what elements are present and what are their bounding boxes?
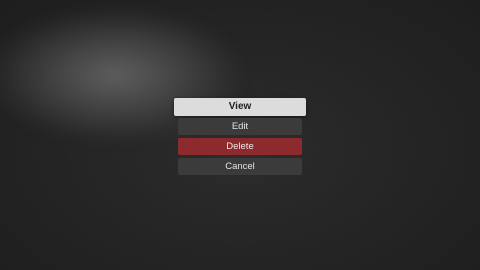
cancel-button[interactable]: Cancel: [178, 158, 302, 175]
action-menu: View Edit Delete Cancel: [174, 98, 306, 178]
edit-button[interactable]: Edit: [178, 118, 302, 135]
view-button[interactable]: View: [174, 98, 306, 116]
delete-button[interactable]: Delete: [178, 138, 302, 155]
tv-screen: View Edit Delete Cancel: [0, 0, 480, 270]
